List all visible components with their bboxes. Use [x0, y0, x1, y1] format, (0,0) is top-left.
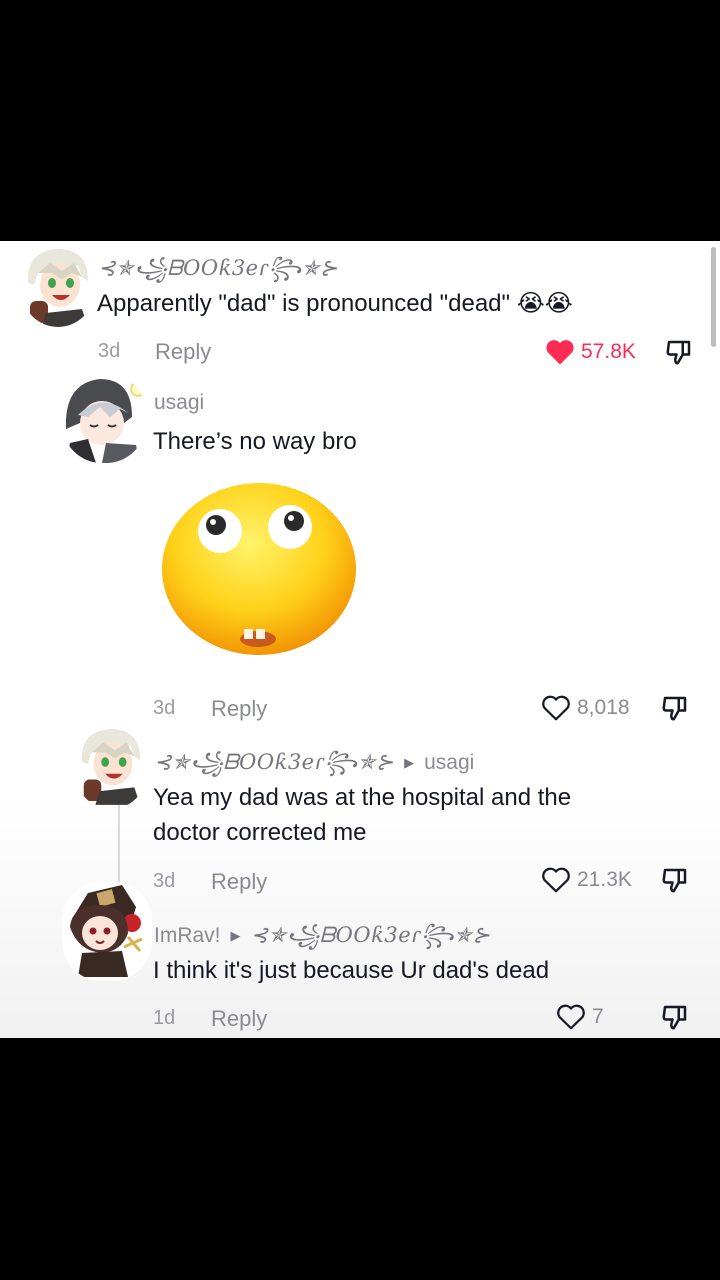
comment-text: doctor corrected me	[153, 819, 367, 846]
avatar[interactable]	[62, 881, 152, 981]
dislike-button[interactable]	[660, 865, 690, 900]
comment-text: Apparently "dad" is pronounced "dead" 😭😭	[97, 290, 573, 317]
like-count: 21.3K	[577, 868, 632, 891]
like-button[interactable]: 21.3K	[541, 866, 632, 894]
reply-button[interactable]: Reply	[211, 869, 267, 895]
like-count: 8,018	[577, 696, 630, 719]
thumbs-down-icon	[666, 340, 691, 365]
reply-button[interactable]: Reply	[211, 1006, 267, 1032]
dislike-button[interactable]	[660, 1002, 690, 1037]
thumbs-down-icon	[662, 1005, 687, 1030]
dislike-button[interactable]	[664, 337, 694, 372]
scrollbar[interactable]	[711, 247, 716, 347]
like-count: 7	[592, 1005, 604, 1028]
thumbs-down-icon	[662, 868, 687, 893]
reply-arrow-icon: ▶	[230, 928, 241, 943]
reply-to-username[interactable]: ⊰✯꧁ᗷOOƙ3eɾ꧂✯⊱	[251, 923, 491, 947]
comment-text: There’s no way bro	[153, 428, 357, 455]
like-button[interactable]: 8,018	[541, 694, 630, 722]
comments-panel: ⊰✯꧁ᗷOOƙ3eɾ꧂✯⊱ Apparently "dad" is pronou…	[0, 241, 720, 1038]
comment-time: 3d	[153, 870, 176, 892]
heart-filled-icon	[546, 340, 574, 365]
like-button[interactable]: 7	[556, 1003, 604, 1031]
like-button[interactable]: 57.8K	[545, 338, 636, 366]
reply-to-username[interactable]: usagi	[424, 751, 474, 774]
comment-text: I think it's just because Ur dad's dead	[153, 957, 550, 984]
comment-text: Yea my dad was at the hospital and the	[153, 784, 572, 811]
heart-outline-icon	[557, 1004, 585, 1030]
like-count: 57.8K	[581, 340, 636, 363]
avatar[interactable]	[76, 719, 146, 809]
reply-button[interactable]: Reply	[211, 696, 267, 722]
comment-username[interactable]: ImRav!	[154, 924, 221, 947]
comment-username[interactable]: ⊰✯꧁ᗷOOƙ3eɾ꧂✯⊱	[154, 750, 394, 774]
comment-username[interactable]: usagi	[154, 391, 204, 415]
avatar[interactable]	[22, 243, 94, 327]
comment-time: 3d	[98, 340, 121, 362]
dislike-button[interactable]	[660, 693, 690, 728]
reply-button[interactable]: Reply	[155, 339, 211, 365]
thumbs-down-icon	[662, 696, 687, 721]
heart-outline-icon	[542, 867, 570, 893]
heart-outline-icon	[542, 695, 570, 721]
comment-time: 1d	[153, 1007, 176, 1029]
comment-time: 3d	[153, 697, 176, 719]
avatar[interactable]	[62, 373, 146, 463]
reply-arrow-icon: ▶	[404, 755, 415, 770]
shocked-emoji-sticker	[160, 481, 360, 659]
